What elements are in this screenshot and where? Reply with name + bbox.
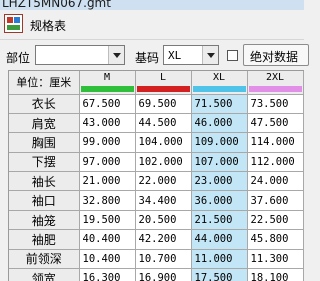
table-cell[interactable]: 43.000 [79, 113, 136, 134]
window-title: LHZT5MN067.gmt [2, 0, 111, 10]
absolute-data-button[interactable]: 绝对数据 [243, 44, 309, 66]
table-cell[interactable]: 19.500 [79, 210, 136, 231]
size-header-label: L [159, 72, 167, 83]
table-cell[interactable]: 21.500 [191, 210, 248, 231]
table-row: 衣长 67.500 69.500 71.500 73.500 [9, 94, 304, 114]
table-cell[interactable]: 40.400 [79, 229, 136, 250]
part-label: 部位 [6, 51, 31, 65]
table-cell[interactable]: 37.600 [247, 190, 304, 211]
size-color-bar [136, 85, 190, 92]
spec-table: 单位：厘米 M L XL 2XL 衣长 67.500 69.500 71.500… [8, 70, 304, 281]
table-cell[interactable]: 114.000 [247, 132, 304, 153]
window-titlebar: LHZT5MN067.gmt [0, 0, 304, 10]
size-color-bar [192, 85, 246, 92]
table-row: 袖口 32.800 34.400 36.000 37.600 [9, 190, 304, 211]
size-color-bar [248, 85, 302, 92]
table-cell[interactable]: 18.100 [247, 268, 304, 281]
base-size-select[interactable]: XL [163, 45, 219, 65]
row-header[interactable]: 袖肥 [9, 229, 80, 250]
table-cell[interactable]: 22.000 [135, 171, 192, 192]
table-cell[interactable]: 10.700 [135, 249, 192, 270]
filter-bar: 部位 基码 XL 绝对数据 [0, 40, 309, 70]
chevron-down-icon[interactable] [108, 46, 124, 64]
table-cell[interactable]: 10.400 [79, 249, 136, 270]
row-header[interactable]: 衣长 [9, 94, 80, 114]
row-header[interactable]: 袖笼 [9, 210, 80, 231]
table-cell[interactable]: 23.000 [191, 171, 248, 192]
table-cell[interactable]: 104.000 [135, 132, 192, 153]
size-header-l[interactable]: L [135, 71, 192, 95]
table-cell[interactable]: 71.500 [191, 94, 248, 114]
table-cell[interactable]: 42.200 [135, 229, 192, 250]
row-header[interactable]: 前领深 [9, 249, 80, 270]
spec-table-body: 衣长 67.500 69.500 71.500 73.500 肩宽 43.000 44.500… [9, 94, 304, 281]
absolute-checkbox[interactable] [227, 50, 238, 61]
table-row: 肩宽 43.000 44.500 46.000 47.500 [9, 113, 304, 134]
table-cell[interactable]: 16.900 [135, 268, 192, 281]
table-cell[interactable]: 46.000 [191, 113, 248, 134]
table-cell[interactable]: 107.000 [191, 152, 248, 173]
base-size-label: 基码 [135, 51, 160, 65]
table-cell[interactable]: 22.500 [247, 210, 304, 231]
table-cell[interactable]: 45.800 [247, 229, 304, 250]
table-row: 胸围 99.000 104.000 109.000 114.000 [9, 132, 304, 153]
table-cell[interactable]: 34.400 [135, 190, 192, 211]
table-cell[interactable]: 11.300 [247, 249, 304, 270]
size-header-2xl[interactable]: 2XL [247, 71, 304, 95]
size-header-m[interactable]: M [79, 71, 136, 95]
row-header[interactable]: 领宽 [9, 268, 80, 281]
table-cell[interactable]: 21.000 [79, 171, 136, 192]
table-cell[interactable]: 67.500 [79, 94, 136, 114]
table-row: 下摆 97.000 102.000 107.000 112.000 [9, 152, 304, 173]
table-row: 袖笼 19.500 20.500 21.500 22.500 [9, 210, 304, 231]
base-size-value: XL [168, 49, 182, 62]
table-cell[interactable]: 20.500 [135, 210, 192, 231]
table-cell[interactable]: 16.300 [79, 268, 136, 281]
row-header[interactable]: 袖口 [9, 190, 80, 211]
unit-label: 单位：厘米 [9, 71, 80, 95]
table-row: 袖肥 40.400 42.200 44.000 45.800 [9, 229, 304, 250]
size-header-xl[interactable]: XL [191, 71, 248, 95]
table-cell[interactable]: 112.000 [247, 152, 304, 173]
table-cell[interactable]: 44.500 [135, 113, 192, 134]
app-logo-icon [4, 14, 23, 33]
table-cell[interactable]: 24.000 [247, 171, 304, 192]
size-header-label: 2XL [265, 72, 285, 83]
table-cell[interactable]: 47.500 [247, 113, 304, 134]
table-cell[interactable]: 99.000 [79, 132, 136, 153]
row-header[interactable]: 下摆 [9, 152, 80, 173]
table-cell[interactable]: 36.000 [191, 190, 248, 211]
table-cell[interactable]: 11.000 [191, 249, 248, 270]
table-cell[interactable]: 44.000 [191, 229, 248, 250]
table-cell[interactable]: 73.500 [247, 94, 304, 114]
chevron-down-icon[interactable] [202, 46, 218, 64]
table-row: 领宽 16.300 16.900 17.500 18.100 [9, 268, 304, 281]
table-cell[interactable]: 97.000 [79, 152, 136, 173]
table-cell[interactable]: 109.000 [191, 132, 248, 153]
size-header-row: 单位：厘米 M L XL 2XL [9, 71, 304, 95]
size-header-label: M [103, 72, 111, 83]
row-header[interactable]: 袖长 [9, 171, 80, 192]
table-cell[interactable]: 102.000 [135, 152, 192, 173]
sheet-header: 规格表 [0, 10, 304, 40]
size-header-label: XL [212, 72, 226, 83]
table-row: 袖长 21.000 22.000 23.000 24.000 [9, 171, 304, 192]
table-row: 前领深 10.400 10.700 11.000 11.300 [9, 249, 304, 270]
sheet-caption: 规格表 [30, 19, 67, 33]
size-color-bar [80, 85, 134, 92]
table-cell[interactable]: 32.800 [79, 190, 136, 211]
table-cell[interactable]: 17.500 [191, 268, 248, 281]
part-select[interactable] [35, 45, 125, 65]
table-cell[interactable]: 69.500 [135, 94, 192, 114]
row-header[interactable]: 胸围 [9, 132, 80, 153]
row-header[interactable]: 肩宽 [9, 113, 80, 134]
